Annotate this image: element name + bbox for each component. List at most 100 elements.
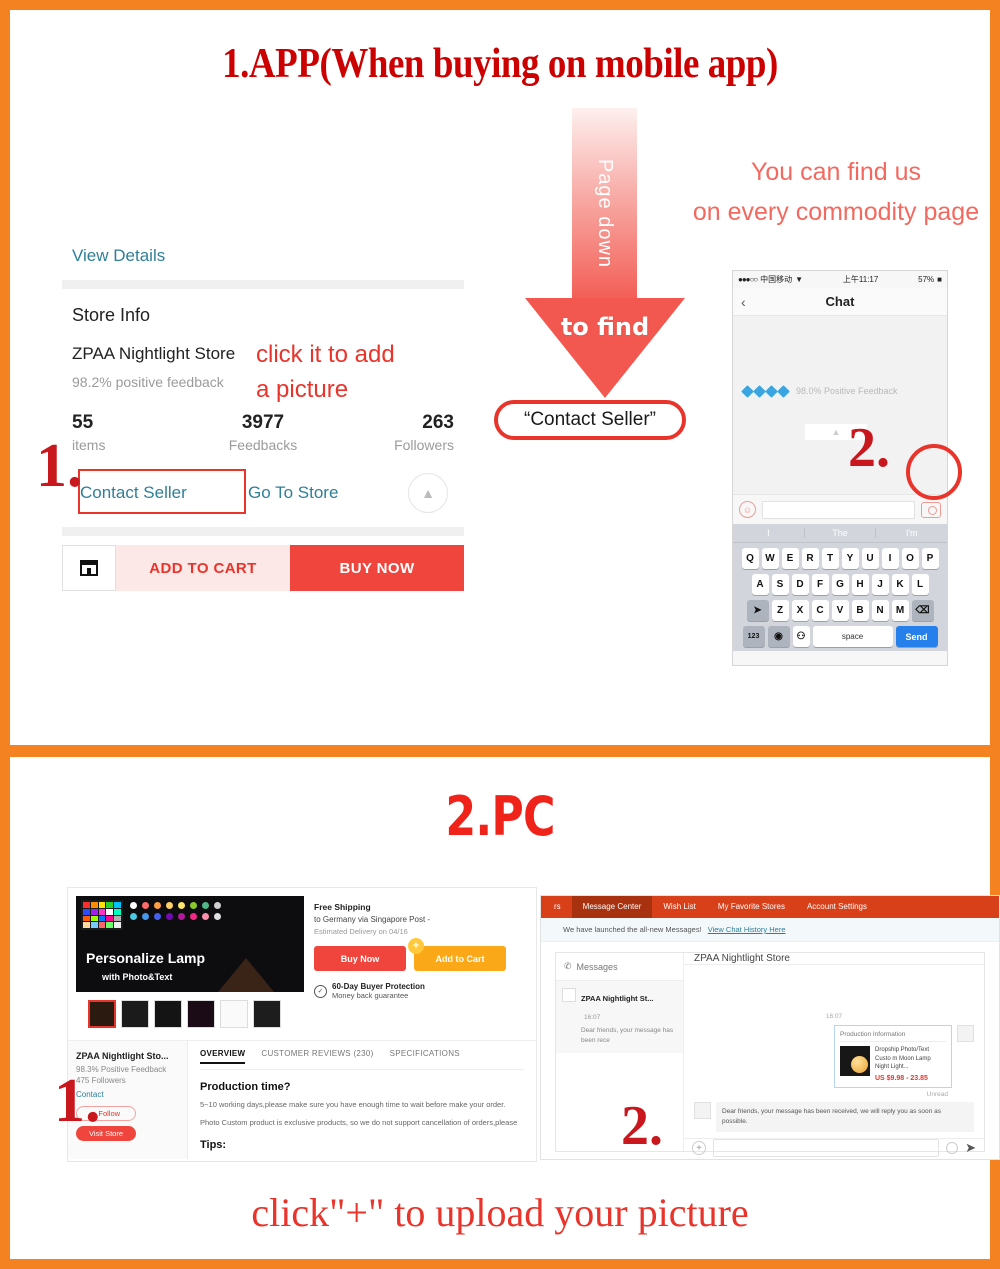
view-chat-history-link[interactable]: View Chat History Here [708,925,786,934]
avatar [562,988,576,1002]
key-n[interactable]: N [871,600,889,621]
arrow-shaft-text: Page down [594,158,617,269]
key-k[interactable]: K [891,574,909,595]
phone-message-input[interactable] [762,500,915,519]
key-o[interactable]: O [901,548,919,569]
key-y[interactable]: Y [841,548,859,569]
suggestion-1[interactable]: I [733,528,804,538]
diamond-icon [753,384,766,398]
pc-bottom-caption: click"+" to upload your picture [251,1190,749,1235]
stat-feedbacks-value: 3977 [241,412,285,433]
tab-specifications[interactable]: SPECIFICATIONS [390,1049,460,1064]
go-to-store-button[interactable]: Go To Store [248,483,338,503]
color-dot-row-2 [130,913,221,920]
key-a[interactable]: A [751,574,769,595]
key-q[interactable]: Q [741,548,759,569]
key-x[interactable]: X [791,600,809,621]
smiley-icon[interactable]: ☺ [739,501,756,518]
camera-icon[interactable] [921,501,941,518]
key-w[interactable]: W [761,548,779,569]
tab-customer-reviews[interactable]: CUSTOMER REVIEWS (230) [261,1049,373,1064]
thumbnail[interactable] [253,1000,281,1028]
buyer-protection: ✓ 60-Day Buyer Protection Money back gua… [314,982,528,1000]
key-e[interactable]: E [781,548,799,569]
space-key[interactable]: space [812,626,893,647]
key-h[interactable]: H [851,574,869,595]
backspace-icon[interactable]: ⌫ [911,600,934,621]
key-c[interactable]: C [811,600,829,621]
panel-divider [10,745,990,757]
thumbnail[interactable] [220,1000,248,1028]
key-s[interactable]: S [771,574,789,595]
send-arrow-icon[interactable]: ➤ [965,1140,976,1156]
chevron-up-icon[interactable]: ▲ [408,473,448,513]
nav-item-favorite-stores[interactable]: My Favorite Stores [707,896,796,918]
numbers-key[interactable]: 123 [742,626,765,647]
buy-now-button[interactable]: BUY NOW [290,545,464,591]
contact-seller-pill: “Contact Seller” [494,400,686,440]
key-r[interactable]: R [801,548,819,569]
key-l[interactable]: L [911,574,929,595]
suggestion-3[interactable]: I'm [875,528,947,538]
plus-icon[interactable]: + [692,1141,706,1156]
key-p[interactable]: P [921,548,939,569]
thumbnail[interactable] [187,1000,215,1028]
product-gallery: Personalize Lamp with Photo&Text [76,896,304,1028]
buy-now-button[interactable]: Buy Now [314,946,406,971]
shift-icon[interactable]: ➤ [746,600,769,621]
wifi-icon: ▼ [795,275,804,284]
product-info-card: Production Information Dropship Photo/Te… [834,1025,952,1089]
key-g[interactable]: G [831,574,849,595]
key-z[interactable]: Z [771,600,789,621]
chat-message-input[interactable] [713,1139,940,1158]
color-dot-rows [130,902,221,920]
view-details-link[interactable]: View Details [62,242,464,280]
shipping-eta: Estimated Delivery on 04/16 [314,927,408,936]
diamond-icon [777,384,790,398]
nav-item-orders[interactable]: rs [543,896,572,918]
pc-product-page-screenshot: Personalize Lamp with Photo&Text Free Sh… [67,887,537,1162]
product-hero-image: Personalize Lamp with Photo&Text [76,896,304,992]
nav-item-account-settings[interactable]: Account Settings [796,896,878,918]
send-key[interactable]: Send [895,626,938,647]
key-u[interactable]: U [861,548,879,569]
nav-item-message-center[interactable]: Message Center [571,896,653,918]
store-icon[interactable] [62,545,116,591]
key-f[interactable]: F [811,574,829,595]
suggestion-2[interactable]: The [803,528,876,538]
key-t[interactable]: T [821,548,839,569]
stat-items: 55 items [72,412,199,453]
step-marker-2: 2. [848,417,890,479]
thumbnail[interactable] [154,1000,182,1028]
avatar [957,1025,974,1042]
product-card-header: Production Information [840,1031,946,1042]
protection-sub: Money back guarantee [332,991,409,1000]
smiley-icon[interactable] [946,1142,959,1155]
thumbnail[interactable] [121,1000,149,1028]
message-thread-item[interactable]: ZPAA Nightlight St... 16:07 Dear friends… [556,981,683,1053]
nav-item-wish-list[interactable]: Wish List [652,896,706,918]
key-i[interactable]: I [881,548,899,569]
globe-icon[interactable]: ◉ [767,626,790,647]
add-to-cart-button[interactable]: Add to Cart [408,938,506,971]
pc-section: 2.PC Personalize Lamp with Photo&Text Fr… [20,757,1000,1249]
chevron-left-icon[interactable]: ‹ [741,294,746,310]
chat-panel: ZPAA Nightlight Store 16:07 Production I… [684,953,984,1158]
tab-overview[interactable]: OVERVIEW [200,1049,246,1064]
product-card-title: Dropship Photo/Text Custo m Moon Lamp Ni… [875,1047,931,1071]
key-v[interactable]: V [831,600,849,621]
product-purchase-panel: Free Shipping to Germany via Singapore P… [314,896,528,1028]
key-j[interactable]: J [871,574,889,595]
phone-screen-title: Chat [825,294,855,309]
key-m[interactable]: M [891,600,909,621]
thumbnail[interactable] [88,1000,116,1028]
product-thumbnail [840,1046,870,1076]
key-b[interactable]: B [851,600,869,621]
product-top-area: Personalize Lamp with Photo&Text Free Sh… [68,888,536,1036]
add-to-cart-button[interactable]: ADD TO CART [116,545,290,591]
app-section: 1.APP(When buying on mobile app) View De… [20,20,980,745]
mic-icon[interactable]: ⚇ [792,626,810,647]
message-center-body: ✆ Messages ZPAA Nightlight St... 16:07 D… [555,952,985,1158]
battery-percent: 57% [918,275,935,284]
key-d[interactable]: D [791,574,809,595]
